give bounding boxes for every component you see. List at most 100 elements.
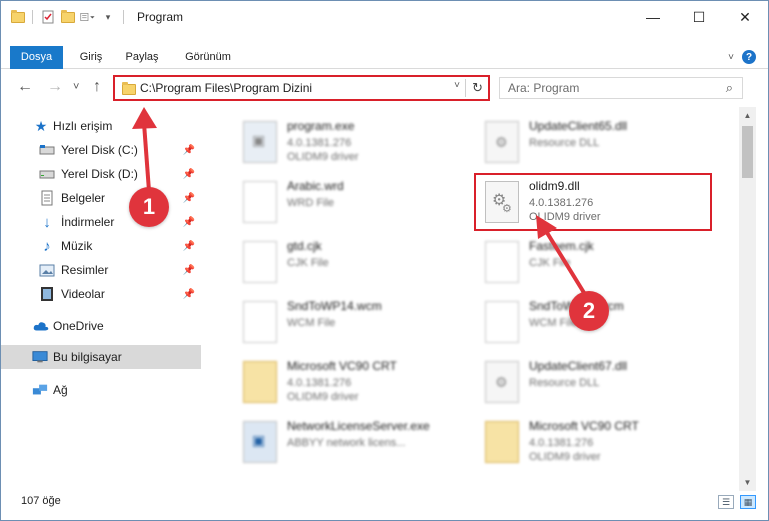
folder-icon [11,9,25,23]
file-detail: CJK File [529,257,571,269]
sidebar-item-label: Ağ [53,383,68,397]
file-icon [485,241,519,283]
file-detail: WRD File [287,197,335,209]
videos-icon [39,286,55,302]
file-name: Microsoft VC90 CRT [287,359,397,373]
tab-home[interactable]: Giriş [71,46,111,69]
search-icon[interactable]: ⌕ [726,80,733,96]
list-item[interactable]: ▣ program.exe 4.0.1381.276 OLIDM9 driver [225,111,465,171]
ribbon-controls: ˅ ? [728,50,756,64]
properties-icon[interactable] [40,9,56,25]
sidebar-item-documents[interactable]: Belgeler 📌 [1,186,201,210]
sidebar-item-label: Bu bilgisayar [53,350,122,364]
title-bar: ▾ Program — ☐ ✕ [1,1,768,33]
sidebar-item-label: Müzik [61,239,93,253]
music-icon: ♪ [43,237,51,255]
sidebar-item-music[interactable]: ♪ Müzik 📌 [1,234,201,258]
file-name: gtd.cjk [287,239,322,253]
file-name: program.exe [287,119,355,133]
file-detail: OLIDM9 driver [529,451,601,463]
details-view-icon[interactable]: ☰ [718,495,734,509]
chevron-down-icon[interactable]: ▾ [100,9,116,25]
list-item[interactable]: ▣ NetworkLicenseServer.exe ABBYY network… [225,411,465,471]
sidebar-item-disk-c[interactable]: Yerel Disk (C:) 📌 [1,138,201,162]
search-input[interactable]: Ara: Program ⌕ [499,77,743,99]
maximize-button[interactable]: ☐ [676,1,722,33]
forward-button[interactable]: → [47,78,63,96]
list-item[interactable]: Fasteem.cjk CJK File [467,231,707,291]
file-detail: 4.0.1381.276 [287,377,352,389]
pin-icon[interactable]: 📌 [183,193,195,204]
sidebar-item-label: Yerel Disk (C:) [61,143,138,157]
list-item[interactable]: Microsoft VC90 CRT 4.0.1381.276 OLIDM9 d… [467,411,707,471]
file-detail: OLIDM9 driver [287,391,359,403]
sidebar-item-network[interactable]: Ağ [1,378,201,402]
scroll-thumb[interactable] [742,126,753,178]
back-button[interactable]: ← [17,78,33,96]
address-bar[interactable]: C:\Program Files\Program Dizini ˅ ↻ [113,75,490,101]
sidebar-item-this-pc[interactable]: Bu bilgisayar [1,345,201,369]
recent-locations-button[interactable]: ˅ [73,81,79,93]
file-detail: 4.0.1381.276 [529,437,594,449]
file-name: Microsoft VC90 CRT [529,419,639,433]
file-detail: WCM File [287,317,336,329]
refresh-icon[interactable]: ↻ [472,80,483,96]
cloud-icon [33,318,49,334]
search-placeholder: Ara: Program [508,81,580,95]
address-path[interactable]: C:\Program Files\Program Dizini [140,81,312,95]
drive-icon [39,166,55,182]
close-button[interactable]: ✕ [722,1,768,33]
list-item[interactable]: Arabic.wrd WRD File [225,171,465,231]
folder-icon [122,82,136,95]
sidebar-item-quick-access[interactable]: ★ Hızlı erişim [1,114,201,138]
divider [123,10,124,24]
sidebar-item-downloads[interactable]: ↓ İndirmeler 📌 [1,210,201,234]
vertical-scrollbar[interactable]: ▲ ▼ [739,107,756,491]
scroll-up-icon[interactable]: ▲ [739,107,756,124]
expand-ribbon-icon[interactable]: ˅ [728,52,734,63]
tab-file[interactable]: Dosya [10,46,63,69]
folder-icon [243,361,277,403]
up-button[interactable]: ↑ [93,78,101,96]
scroll-down-icon[interactable]: ▼ [739,474,756,491]
divider [32,10,33,24]
sidebar-item-pictures[interactable]: Resimler 📌 [1,258,201,282]
customize-toolbar-icon[interactable] [80,9,96,25]
help-icon[interactable]: ? [742,50,756,64]
pin-icon[interactable]: 📌 [183,289,195,300]
file-name: Arabic.wrd [287,179,344,193]
minimize-button[interactable]: — [630,1,676,33]
pin-icon[interactable]: 📌 [183,241,195,252]
sidebar-item-label: Videolar [61,287,105,301]
list-item[interactable]: ⚙ UpdateClient65.dll Resource DLL [467,111,707,171]
pin-icon[interactable]: 📌 [183,169,195,180]
dll-file-icon: ⚙ [485,121,519,163]
tiles-view-icon[interactable]: ▦ [740,495,756,509]
status-bar: 107 öğe ☰ ▦ [1,493,768,513]
sidebar-item-label: Hızlı erişim [53,119,113,133]
network-icon [32,382,48,398]
quick-access-toolbar: ▾ [1,9,127,25]
sidebar-item-disk-d[interactable]: Yerel Disk (D:) 📌 [1,162,201,186]
pin-icon[interactable]: 📌 [183,145,195,156]
tab-view[interactable]: Görünüm [177,46,239,69]
divider [465,79,466,97]
chevron-down-icon[interactable]: ˅ [454,80,460,91]
navigation-pane: ★ Hızlı erişim Yerel Disk (C:) 📌 Yerel D… [1,111,201,481]
pin-icon[interactable]: 📌 [183,265,195,276]
sidebar-item-label: OneDrive [53,319,104,333]
dll-file-icon: ⚙ [485,361,519,403]
sidebar-item-onedrive[interactable]: OneDrive [1,314,201,338]
list-item[interactable]: Microsoft VC90 CRT 4.0.1381.276 OLIDM9 d… [225,351,465,411]
sidebar-item-videos[interactable]: Videolar 📌 [1,282,201,306]
file-name: Fasteem.cjk [529,239,594,253]
tab-share[interactable]: Paylaş [119,46,165,69]
window-controls: — ☐ ✕ [630,1,768,33]
list-item[interactable]: SndToWP14.wcm WCM File [225,291,465,351]
file-name: SndToWP14.wcm [287,299,382,313]
pin-icon[interactable]: 📌 [183,217,195,228]
file-icon [243,241,277,283]
list-item[interactable]: ⚙ UpdateClient67.dll Resource DLL [467,351,707,411]
list-item[interactable]: gtd.cjk CJK File [225,231,465,291]
new-folder-icon[interactable] [60,9,76,25]
